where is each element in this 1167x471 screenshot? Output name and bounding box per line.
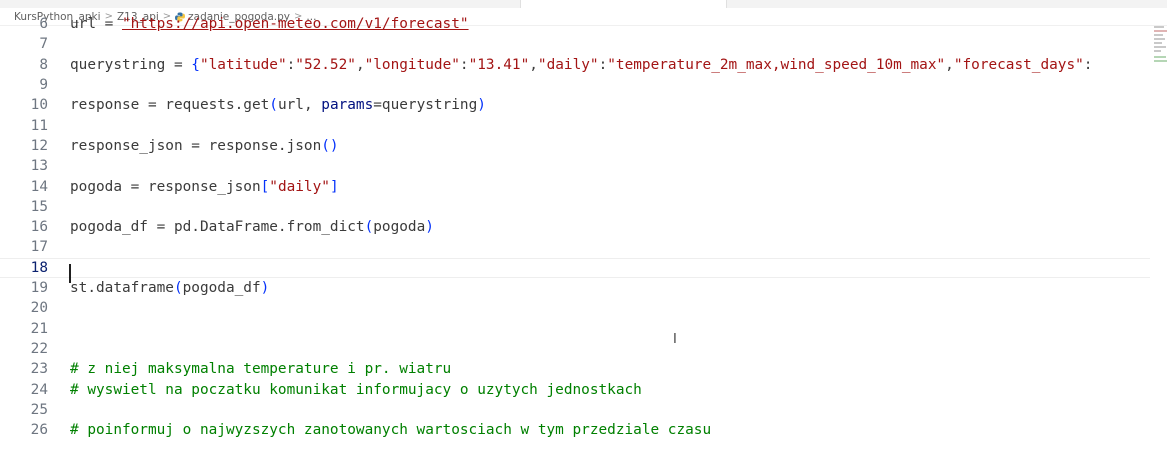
- code-token: (: [364, 219, 374, 236]
- code-text: querystring = {"latitude":"52.52","longi…: [70, 57, 1092, 73]
- code-token: :: [598, 56, 608, 73]
- code-line[interactable]: 16 pogoda_df = pd.DataFrame.from_dict(pog…: [0, 217, 1150, 237]
- code-line[interactable]: 21: [0, 319, 1150, 339]
- line-number: 12: [30, 137, 48, 154]
- code-token: params: [321, 97, 374, 114]
- code-string: "daily": [269, 178, 330, 195]
- code-text: pogoda = response_json["daily"]: [70, 179, 339, 195]
- line-number: 8: [39, 56, 48, 73]
- code-token: :: [286, 56, 296, 73]
- code-token: pogoda: [373, 219, 426, 236]
- code-token: :: [459, 56, 469, 73]
- code-token: ,: [529, 56, 538, 73]
- code-line[interactable]: 13: [0, 156, 1150, 176]
- code-line[interactable]: 9: [0, 75, 1150, 95]
- code-string: "daily": [537, 56, 599, 73]
- line-number: 10: [30, 97, 48, 114]
- code-line[interactable]: 11: [0, 116, 1150, 136]
- code-line[interactable]: 8 querystring = {"latitude":"52.52","long…: [0, 55, 1150, 75]
- code-comment: # z niej maksymalna temperature i pr. wi…: [70, 361, 452, 378]
- line-number: 22: [30, 340, 48, 357]
- line-number: 11: [30, 117, 48, 134]
- ibeam-cursor-icon: I: [673, 332, 677, 347]
- code-editor[interactable]: 6 url = "https://api.open-meteo.com/v1/fo…: [0, 14, 1150, 465]
- code-line[interactable]: 18: [0, 257, 1150, 278]
- code-token: pogoda_df = pd.DataFrame.from_dict: [70, 219, 365, 236]
- code-token: {: [191, 56, 200, 73]
- code-line[interactable]: 12 response_json = response.json(): [0, 136, 1150, 156]
- code-token: response_json = response.json: [70, 137, 322, 154]
- line-number: 26: [30, 422, 48, 439]
- code-string: "forecast_days": [953, 56, 1084, 73]
- code-line[interactable]: 26 # poinformuj o najwyzszych zanotowanyc…: [0, 420, 1150, 440]
- active-editor-tab[interactable]: [520, 0, 727, 8]
- minimap[interactable]: [1154, 24, 1167, 64]
- line-number: 7: [39, 36, 48, 53]
- line-number: 15: [30, 198, 48, 215]
- code-text: response = requests.get(url, params=quer…: [70, 97, 486, 113]
- code-token: ): [477, 97, 486, 114]
- code-token: (: [173, 280, 183, 297]
- code-token: querystring =: [70, 56, 192, 73]
- code-token: pogoda_df: [182, 280, 261, 297]
- code-line[interactable]: 14 pogoda = response_json["daily"]: [0, 176, 1150, 196]
- code-text: # wyswietl na poczatku komunikat informu…: [70, 382, 642, 398]
- code-line[interactable]: 24 # wyswietl na poczatku komunikat infor…: [0, 379, 1150, 399]
- line-number: 25: [30, 401, 48, 418]
- line-number: 13: [30, 158, 48, 175]
- code-string: "52.52": [295, 56, 356, 73]
- code-comment: # poinformuj o najwyzszych zanotowanych …: [70, 422, 712, 439]
- code-text: st.dataframe(pogoda_df): [70, 280, 269, 296]
- code-token: response = requests.get: [70, 97, 270, 114]
- code-string: "13.41": [468, 56, 530, 73]
- code-line[interactable]: 17: [0, 237, 1150, 257]
- code-line[interactable]: 7: [0, 34, 1150, 54]
- code-line[interactable]: 22: [0, 339, 1150, 359]
- code-token: st.dataframe: [70, 280, 174, 297]
- line-number: 20: [30, 300, 48, 317]
- code-token: [: [260, 178, 270, 195]
- code-text: response_json = response.json(): [70, 138, 339, 154]
- line-number: 9: [39, 77, 48, 94]
- code-text: # z niej maksymalna temperature i pr. wi…: [70, 361, 451, 377]
- code-text: # poinformuj o najwyzszych zanotowanych …: [70, 422, 711, 438]
- code-string: "temperature_2m_max,wind_speed_10m_max": [607, 56, 946, 73]
- line-number: 18: [30, 259, 48, 276]
- code-token: =querystring: [373, 97, 478, 114]
- line-number: 17: [30, 239, 48, 256]
- code-token: url,: [277, 97, 322, 114]
- code-line[interactable]: 23 # z niej maksymalna temperature i pr. …: [0, 359, 1150, 379]
- code-token: (: [269, 97, 278, 114]
- line-number: 21: [30, 320, 48, 337]
- line-number: 24: [30, 381, 48, 398]
- code-text: url = "https://api.open-meteo.com/v1/for…: [70, 16, 469, 32]
- code-token: ): [425, 219, 434, 236]
- code-token: (): [321, 137, 339, 154]
- code-string: "latitude": [199, 56, 287, 73]
- code-comment: # wyswietl na poczatku komunikat informu…: [70, 381, 642, 398]
- code-string: "longitude": [364, 56, 460, 73]
- code-token: ,: [945, 56, 954, 73]
- code-string[interactable]: "https://api.open-meteo.com/v1/forecast": [122, 16, 469, 32]
- code-line[interactable]: 20: [0, 298, 1150, 318]
- code-token: :: [1083, 56, 1093, 73]
- code-line[interactable]: 10 response = requests.get(url, params=qu…: [0, 95, 1150, 115]
- code-token: ): [260, 280, 270, 297]
- code-line[interactable]: 19 st.dataframe(pogoda_df): [0, 278, 1150, 298]
- code-token: ]: [329, 178, 339, 195]
- code-text: pogoda_df = pd.DataFrame.from_dict(pogod…: [70, 219, 434, 235]
- code-token: pogoda = response_json: [70, 178, 261, 195]
- text-cursor: [69, 264, 71, 283]
- line-number: 16: [30, 219, 48, 236]
- line-number: 19: [30, 280, 48, 297]
- code-token: url =: [70, 16, 122, 33]
- code-token: ,: [355, 56, 365, 73]
- code-line[interactable]: 6 url = "https://api.open-meteo.com/v1/fo…: [0, 14, 1150, 34]
- code-line[interactable]: 15: [0, 197, 1150, 217]
- line-number: 23: [30, 361, 48, 378]
- line-number: 6: [39, 16, 48, 33]
- code-line[interactable]: 25: [0, 400, 1150, 420]
- line-number: 14: [30, 178, 48, 195]
